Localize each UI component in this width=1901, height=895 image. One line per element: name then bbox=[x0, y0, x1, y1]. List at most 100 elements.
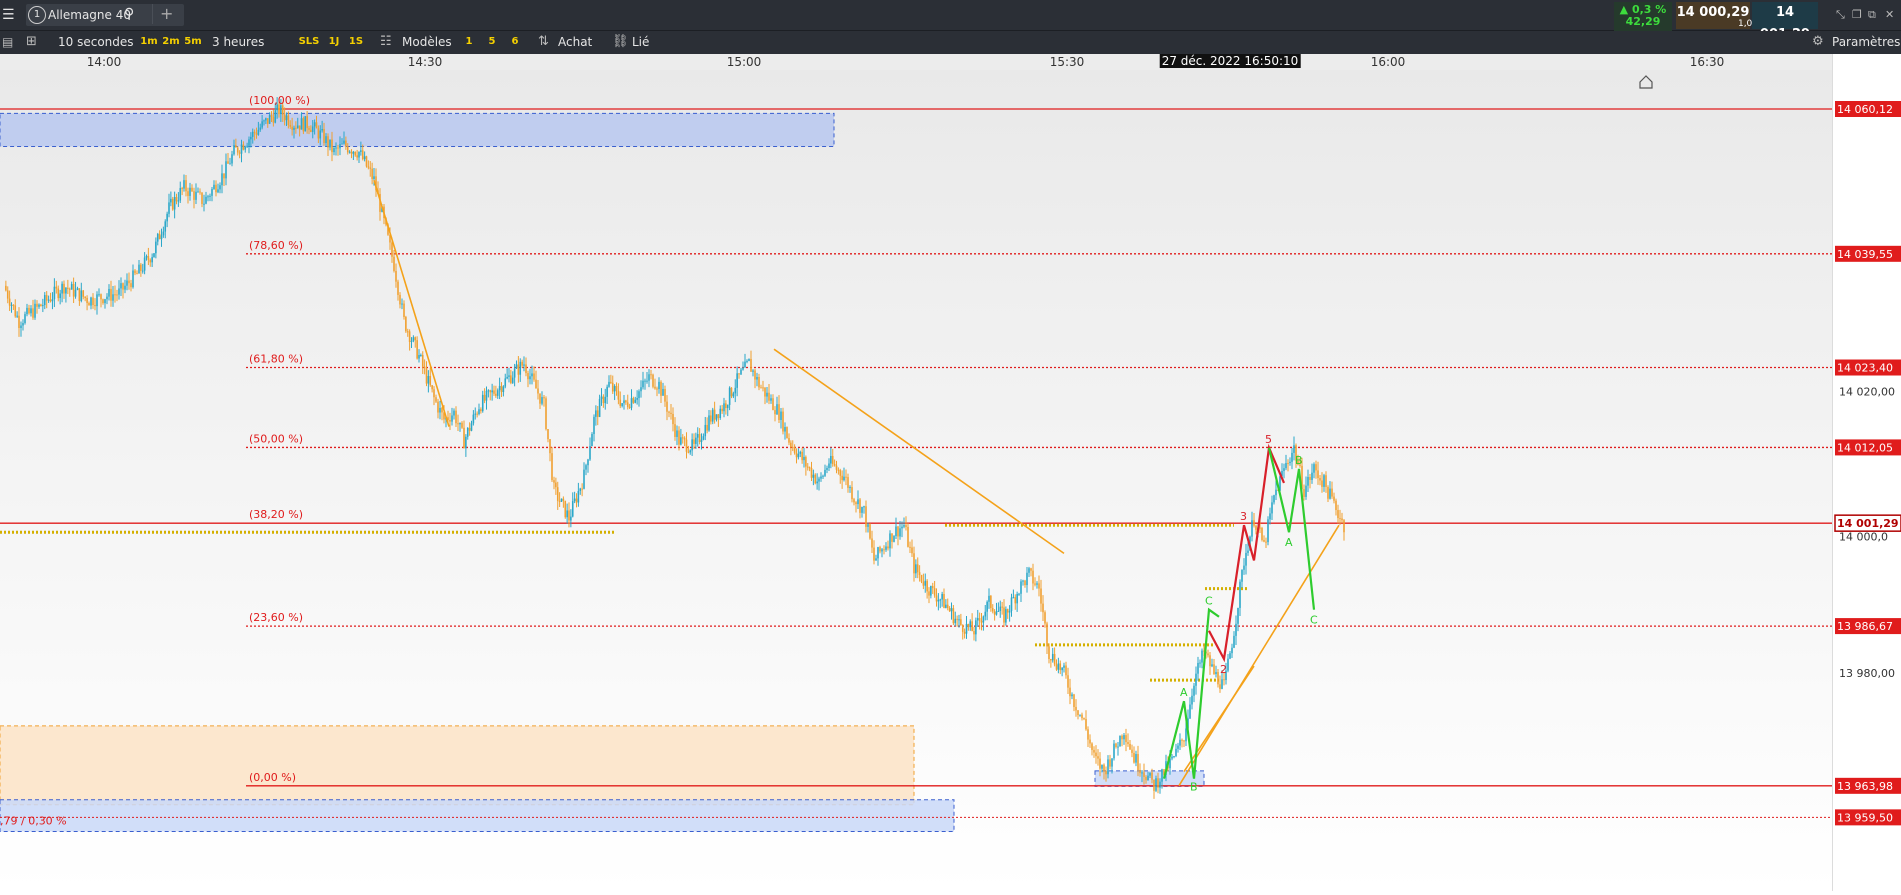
add-tab-button[interactable]: + bbox=[160, 4, 173, 24]
period-select[interactable]: 3 heures bbox=[212, 32, 264, 52]
candle-body bbox=[49, 299, 52, 302]
zone-supply-0[interactable] bbox=[0, 112, 835, 147]
candle-body bbox=[636, 398, 638, 400]
candle-body bbox=[485, 390, 488, 401]
candle-body bbox=[1099, 758, 1101, 769]
interval-2m-button[interactable]: 2m bbox=[162, 34, 180, 50]
candle-body bbox=[668, 411, 670, 413]
period-1s-button[interactable]: 1S bbox=[347, 34, 365, 50]
candle-body bbox=[253, 131, 256, 134]
candle-body bbox=[1227, 658, 1229, 671]
candle-body bbox=[493, 390, 495, 394]
candle-body bbox=[740, 369, 742, 375]
buy-icon[interactable]: ⇅ bbox=[538, 32, 549, 52]
collapse-icon[interactable]: ⤡ bbox=[1836, 5, 1845, 25]
candle-body bbox=[604, 396, 607, 404]
candle-body bbox=[88, 303, 90, 306]
candle-body bbox=[784, 427, 786, 432]
candle-body bbox=[1145, 776, 1147, 781]
models-icon[interactable]: ☷ bbox=[380, 32, 392, 52]
candle-body bbox=[717, 414, 720, 418]
chart-plot-area[interactable]: (100,00 %) (78,60 %) (61,80 %) (50,00 %) (38… bbox=[0, 70, 1832, 891]
interval-select[interactable]: 10 secondes bbox=[58, 32, 134, 52]
candle-body bbox=[638, 391, 640, 399]
candle-body bbox=[94, 305, 96, 307]
candle-body bbox=[82, 290, 85, 297]
interval-5m-button[interactable]: 5m bbox=[184, 34, 202, 50]
zone-demand-1[interactable] bbox=[0, 725, 915, 806]
candle-body bbox=[36, 303, 38, 307]
models-button[interactable]: Modèles bbox=[402, 32, 452, 52]
candle-body bbox=[217, 189, 219, 193]
candle-body bbox=[945, 604, 947, 608]
candle-body bbox=[425, 368, 428, 384]
period-sls-button[interactable]: SLS bbox=[297, 34, 321, 50]
popout-icon[interactable]: ⧉ bbox=[1868, 5, 1876, 25]
model-6-button[interactable]: 6 bbox=[506, 34, 524, 50]
candle-body bbox=[149, 259, 152, 263]
wave-green-correction[interactable] bbox=[1267, 447, 1316, 610]
search-icon[interactable]: ⚲ bbox=[124, 4, 134, 24]
candle-body bbox=[772, 398, 774, 411]
candle-body bbox=[59, 293, 61, 299]
candle-body bbox=[843, 476, 845, 481]
candle-body bbox=[327, 136, 329, 148]
settings-gear-icon[interactable]: ⚙ bbox=[1812, 32, 1824, 52]
candle-body bbox=[395, 270, 397, 282]
candle-body bbox=[287, 115, 290, 125]
candle-body bbox=[1161, 769, 1163, 782]
candle-body bbox=[393, 256, 395, 271]
model-5-button[interactable]: 5 bbox=[483, 34, 501, 50]
restore-icon[interactable]: ❐ bbox=[1852, 5, 1862, 25]
candle-body bbox=[693, 439, 695, 444]
ask-box[interactable]: 14 001,29 bbox=[1752, 2, 1818, 42]
close-icon[interactable]: ✕ bbox=[1885, 5, 1894, 25]
period-1j-button[interactable]: 1J bbox=[325, 34, 343, 50]
candle-body bbox=[995, 611, 998, 615]
candle-body bbox=[654, 386, 656, 389]
candle-body bbox=[449, 420, 451, 422]
candle-body bbox=[360, 150, 362, 152]
list-icon[interactable]: ▤ bbox=[2, 32, 13, 52]
link-icon[interactable]: ⛓ bbox=[612, 32, 629, 52]
candle-body bbox=[289, 124, 292, 127]
candle-body bbox=[397, 281, 399, 295]
trendline-3[interactable] bbox=[1183, 665, 1255, 773]
candle-body bbox=[978, 618, 981, 621]
candle-body bbox=[660, 381, 662, 396]
candle-body bbox=[481, 394, 484, 412]
settings-button[interactable]: Paramètres bbox=[1832, 32, 1900, 52]
candle-body bbox=[1097, 756, 1099, 759]
candle-body bbox=[877, 547, 879, 559]
candle-body bbox=[298, 125, 301, 130]
candle-body bbox=[764, 387, 766, 397]
model-1-button[interactable]: 1 bbox=[460, 34, 478, 50]
candle-body bbox=[1053, 653, 1056, 665]
trendline-0[interactable] bbox=[373, 180, 450, 427]
candle-body bbox=[715, 414, 718, 420]
candle-body bbox=[519, 361, 522, 375]
extra-level-note: ,79 / 0,30 % bbox=[0, 814, 67, 827]
home-marker-icon[interactable] bbox=[1639, 75, 1653, 89]
candle-body bbox=[463, 427, 465, 449]
candle-body bbox=[1271, 502, 1273, 514]
candle-body bbox=[926, 580, 928, 592]
candle-body bbox=[547, 429, 549, 440]
buy-button[interactable]: Achat bbox=[558, 32, 592, 52]
candle-body bbox=[915, 564, 917, 574]
trendline-2[interactable] bbox=[1178, 524, 1340, 787]
candle-body bbox=[173, 197, 176, 210]
candle-body bbox=[153, 253, 155, 258]
candle-body bbox=[855, 502, 857, 505]
candle-body bbox=[839, 470, 842, 476]
interval-1m-button[interactable]: 1m bbox=[140, 34, 158, 50]
candle-body bbox=[791, 446, 794, 448]
link-button[interactable]: Lié bbox=[632, 32, 649, 52]
layout-grid-icon[interactable]: ⊞ bbox=[26, 32, 37, 52]
candle-body bbox=[623, 400, 625, 404]
price-chart[interactable]: (100,00 %) (78,60 %) (61,80 %) (50,00 %) (38… bbox=[0, 70, 1832, 891]
hamburger-menu-icon[interactable]: ☰ bbox=[2, 5, 15, 25]
zone-demand-2[interactable] bbox=[0, 799, 955, 832]
candle-body bbox=[1243, 565, 1245, 570]
candle-body bbox=[539, 393, 541, 404]
